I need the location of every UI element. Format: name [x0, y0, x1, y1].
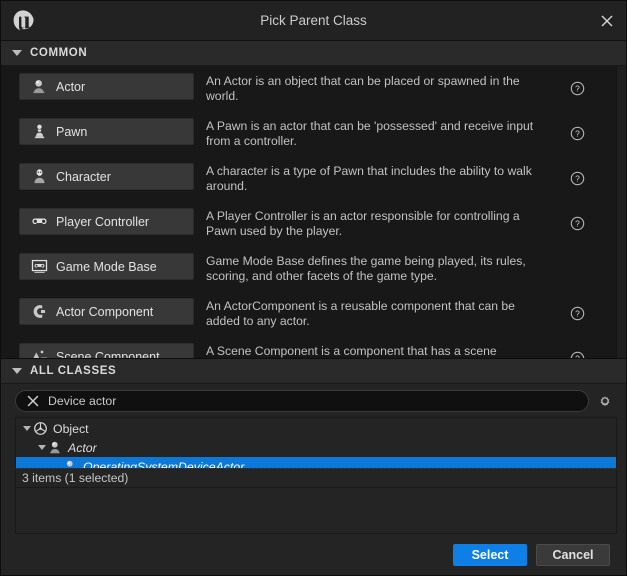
help-cell: ?: [555, 118, 599, 149]
common-scrollbar[interactable]: [616, 66, 626, 358]
search-row: Device actor: [1, 384, 626, 417]
common-class-row: Game Mode Base Game Mode Base defines the…: [1, 246, 617, 291]
help-icon[interactable]: ?: [570, 126, 585, 141]
tree-row-label: Actor: [68, 440, 97, 455]
help-icon[interactable]: ?: [570, 351, 585, 358]
help-cell: [555, 253, 599, 284]
common-section-label: COMMON: [30, 47, 88, 59]
common-class-row: Player Controller A Player Controller is …: [1, 201, 617, 246]
all-classes-panel: Device actor Object Actor OperatingSystemD…: [1, 384, 626, 534]
common-class-button[interactable]: Game Mode Base: [19, 253, 194, 280]
help-cell: ?: [555, 73, 599, 104]
common-class-row: Actor An Actor is an object that can be p…: [1, 66, 617, 111]
help-cell: ?: [555, 298, 599, 329]
svg-text:?: ?: [575, 129, 580, 139]
svg-text:?: ?: [575, 354, 580, 358]
common-class-row: Pawn A Pawn is an actor that can be 'poss…: [1, 111, 617, 156]
svg-text:?: ?: [575, 219, 580, 229]
common-class-button[interactable]: Player Controller: [19, 208, 194, 235]
chevron-down-icon: [11, 368, 23, 374]
svg-text:?: ?: [575, 309, 580, 319]
common-class-description: A Player Controller is an actor responsi…: [206, 209, 520, 238]
select-button[interactable]: Select: [453, 543, 527, 566]
unreal-engine-logo-icon: [1, 1, 41, 40]
window-title: Pick Parent Class: [260, 13, 367, 28]
status-bar: 3 items (1 selected): [15, 468, 617, 488]
common-class-button[interactable]: Scene Component: [19, 343, 194, 358]
help-icon[interactable]: ?: [570, 306, 585, 321]
common-class-description: A Scene Component is a component that ha…: [206, 344, 497, 358]
help-icon[interactable]: ?: [570, 171, 585, 186]
actor-component-icon: [31, 303, 48, 320]
common-class-label: Player Controller: [56, 214, 150, 229]
common-class-label: Actor: [56, 79, 86, 94]
gear-icon[interactable]: [592, 390, 618, 412]
help-cell: ?: [555, 208, 599, 239]
common-class-label: Game Mode Base: [56, 259, 157, 274]
actor-icon: [48, 440, 63, 455]
title-bar: Pick Parent Class: [1, 1, 626, 41]
common-class-button[interactable]: Actor Component: [19, 298, 194, 325]
pawn-icon: [31, 123, 48, 140]
tree-footer-fill: [15, 488, 617, 534]
clear-icon[interactable]: [26, 394, 40, 408]
help-icon[interactable]: ?: [570, 216, 585, 231]
common-class-label: Pawn: [56, 124, 88, 139]
all-classes-section-header[interactable]: ALL CLASSES: [1, 359, 626, 384]
common-class-description: Game Mode Base defines the game being pl…: [206, 254, 526, 283]
common-class-button[interactable]: Actor: [19, 73, 194, 100]
gamepad-icon: [31, 213, 48, 230]
pick-parent-class-dialog: Pick Parent Class COMMON Actor An Actor i…: [0, 0, 627, 576]
object-icon: [33, 421, 48, 436]
common-class-button[interactable]: Character: [19, 163, 194, 190]
common-class-description: A character is a type of Pawn that inclu…: [206, 164, 532, 193]
common-class-description: A Pawn is an actor that can be 'possesse…: [206, 119, 534, 148]
tree-row[interactable]: Object: [16, 419, 616, 438]
common-class-label: Actor Component: [56, 304, 154, 319]
status-text: 3 items (1 selected): [22, 471, 129, 485]
tree-row[interactable]: Actor: [16, 438, 616, 457]
common-class-row: Actor Component An ActorComponent is a re…: [1, 291, 617, 336]
tree-row-selected[interactable]: OperatingSystemDeviceActor: [16, 457, 616, 468]
search-input[interactable]: Device actor: [15, 390, 589, 412]
character-icon: [31, 168, 48, 185]
svg-text:?: ?: [575, 84, 580, 94]
actor-icon: [63, 459, 78, 468]
chevron-down-icon[interactable]: [20, 426, 33, 431]
help-icon[interactable]: ?: [570, 81, 585, 96]
chevron-down-icon[interactable]: [35, 445, 48, 450]
chevron-down-icon: [11, 50, 23, 56]
svg-text:?: ?: [575, 174, 580, 184]
tree-row-label: Object: [53, 421, 89, 436]
search-input-value: Device actor: [48, 394, 117, 408]
help-cell: ?: [555, 343, 599, 358]
common-class-row: Character A character is a type of Pawn t…: [1, 156, 617, 201]
common-class-button[interactable]: Pawn: [19, 118, 194, 145]
class-tree[interactable]: Object Actor OperatingSystemDeviceActor: [15, 417, 617, 468]
all-classes-section-label: ALL CLASSES: [30, 365, 117, 377]
help-cell: ?: [555, 163, 599, 194]
cancel-button[interactable]: Cancel: [536, 543, 610, 566]
actor-icon: [31, 78, 48, 95]
common-section-header[interactable]: COMMON: [1, 41, 626, 66]
common-class-description: An Actor is an object that can be placed…: [206, 74, 520, 103]
scene-component-icon: [31, 348, 48, 358]
common-class-label: Scene Component: [56, 349, 160, 359]
common-class-row: Scene Component A Scene Component is a co…: [1, 336, 617, 358]
close-icon[interactable]: [594, 9, 620, 33]
dialog-footer: Select Cancel: [1, 534, 626, 575]
game-mode-icon: [31, 258, 48, 275]
tree-row-label: OperatingSystemDeviceActor: [83, 459, 245, 469]
common-classes-panel: Actor An Actor is an object that can be p…: [1, 66, 626, 359]
common-classes-list: Actor An Actor is an object that can be p…: [1, 66, 617, 358]
common-class-description: An ActorComponent is a reusable componen…: [206, 299, 515, 328]
common-class-label: Character: [56, 169, 111, 184]
